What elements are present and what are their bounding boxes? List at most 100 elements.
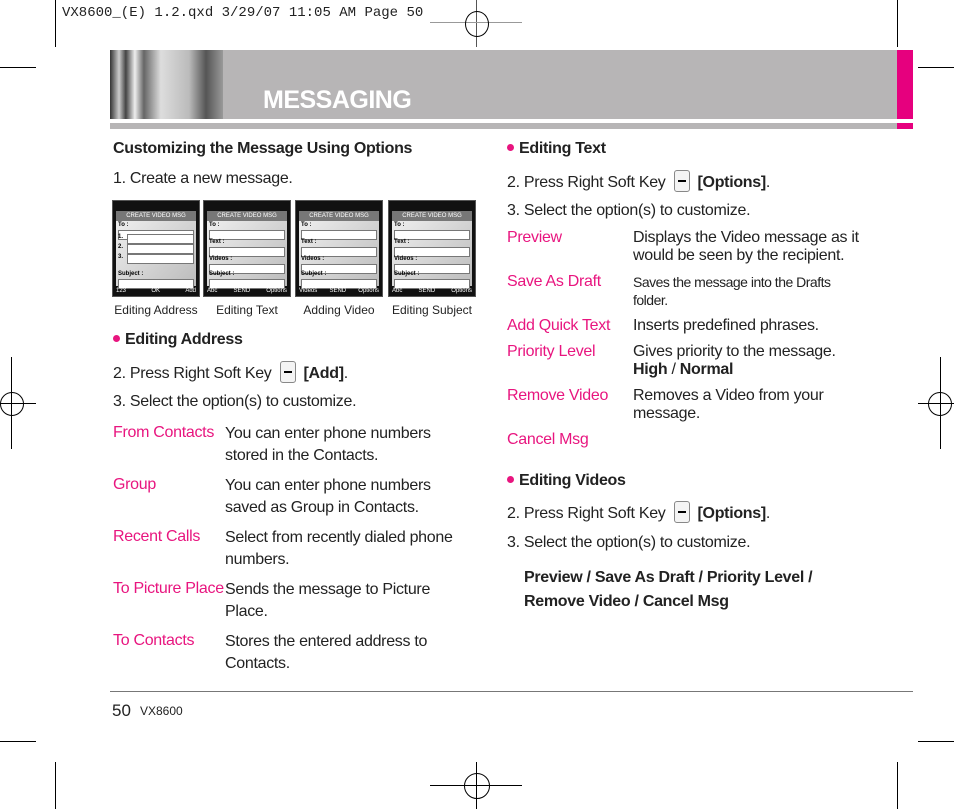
crop-mark (55, 762, 56, 809)
description-text: Saves the message into the Drafts folder… (633, 274, 831, 308)
screenshot-caption: Editing Address (114, 303, 198, 317)
screen-header: CREATE VIDEO MSG (299, 211, 379, 221)
soft-key-label: Abc (392, 288, 403, 294)
crop-mark (897, 0, 898, 47)
field-label: 2. (118, 244, 124, 250)
screen-header: CREATE VIDEO MSG (116, 211, 196, 221)
crop-mark (0, 67, 36, 68)
registration-mark (464, 773, 490, 799)
footer-rule (110, 691, 913, 692)
field-label: 3. (118, 254, 124, 260)
field-label: Subject : (209, 271, 235, 277)
screen-header: CREATE VIDEO MSG (392, 211, 472, 221)
video-option: Remove Video (524, 593, 631, 610)
crop-mark (897, 762, 898, 809)
field-label: To : (209, 222, 220, 228)
option-term: From Contacts (113, 424, 215, 441)
field-label: Text : (209, 239, 225, 245)
screenshot-caption: Adding Video (303, 303, 375, 317)
field-label: Subject : (301, 271, 327, 277)
phone-screenshot: CREATE VIDEO MSG To : 1. 2. 3. Subject : 123 OK… (112, 200, 200, 297)
page-number: 50 (112, 701, 131, 720)
option-description: Removes a Video from your message. (633, 387, 863, 423)
soft-key-label: Options (358, 288, 379, 294)
crop-mark (55, 0, 56, 47)
soft-key-label: Options (266, 288, 287, 294)
soft-key-bar: Abc SEND Options (207, 287, 287, 295)
input-field (127, 254, 194, 264)
subheading-editing-text: Editing Text (507, 140, 606, 158)
subheading-editing-address: Editing Address (113, 331, 243, 349)
option-description: Sends the message to Picture Place. (225, 581, 431, 620)
step-1: 1. Create a new message. (113, 170, 293, 187)
step-3: 3. Select the option(s) to customize. (113, 393, 357, 410)
field-label: Subject : (394, 271, 420, 277)
description-text: Displays the Video message as it would b… (633, 229, 859, 264)
bullet-icon (113, 335, 120, 342)
section-title: MESSAGING (263, 86, 412, 114)
registration-mark (465, 11, 489, 37)
phone-screenshot: CREATE VIDEO MSG To : Text : Videos : Subjec… (295, 200, 383, 297)
video-option: Save As Draft (594, 569, 695, 586)
video-option: Priority Level (706, 569, 805, 586)
option-description: You can enter phone numbers stored in th… (225, 425, 431, 464)
option-description: Displays the Video message as it would b… (633, 229, 863, 265)
soft-key-label: OK (151, 288, 160, 294)
manual-page: VX8600_(E) 1.2.qxd 3/29/07 11:05 AM Page… (0, 0, 954, 809)
crop-mark (918, 741, 954, 742)
video-options-list: Preview / Save As Draft / Priority Level… (524, 569, 813, 610)
option-description: Inserts predefined phrases. (633, 317, 863, 335)
print-header: VX8600_(E) 1.2.qxd 3/29/07 11:05 AM Page… (62, 5, 424, 21)
option-term: To Contacts (113, 632, 195, 649)
soft-key-label: Add (185, 288, 196, 294)
description-text: Gives priority to the message. (633, 343, 836, 360)
screen-header: CREATE VIDEO MSG (207, 211, 287, 221)
option-term: Save As Draft (507, 273, 601, 290)
subheading-editing-videos: Editing Videos (507, 472, 626, 490)
soft-key-label: Videos (299, 288, 318, 294)
option-description: Gives priority to the message. High / Nor… (633, 343, 836, 378)
bullet-icon (507, 476, 514, 483)
soft-key-label: SEND (418, 288, 436, 294)
step-2: 2. Press Right Soft Key [Options]. (507, 170, 770, 192)
crop-mark (0, 741, 36, 742)
banner-photo (110, 50, 223, 119)
input-field (127, 234, 194, 244)
heading: Customizing the Message Using Options (113, 140, 413, 157)
field-label: To : (118, 222, 129, 228)
registration-mark (0, 392, 24, 416)
crop-mark (918, 67, 954, 68)
option-description: Saves the message into the Drafts folder… (633, 273, 863, 309)
right-soft-key-icon (673, 501, 690, 523)
field-label: To : (301, 222, 312, 228)
option-term: Group (113, 476, 156, 493)
phone-screenshot: CREATE VIDEO MSG To : Text : Videos : Subjec… (203, 200, 291, 297)
field-label: Videos : (209, 256, 233, 262)
soft-key-bar: Videos SEND Options (299, 287, 379, 295)
banner-rule (110, 123, 897, 129)
field-label: Text : (301, 239, 317, 245)
soft-key-bar: 123 OK Add (116, 287, 196, 295)
step-2: 2. Press Right Soft Key [Options]. (507, 501, 770, 523)
soft-key-label: Abc (207, 288, 218, 294)
field-label: Videos : (301, 256, 325, 262)
option-term: Priority Level (507, 343, 596, 360)
model-name: VX8600 (140, 704, 183, 718)
phone-screenshot: CREATE VIDEO MSG To : Text : Videos : Subjec… (388, 200, 476, 297)
option-term: Recent Calls (113, 528, 201, 545)
registration-mark (928, 392, 952, 416)
step-2: 2. Press Right Soft Key [Add]. (113, 361, 348, 383)
soft-key-label: SEND (329, 288, 347, 294)
input-field (127, 244, 194, 254)
field-label: Text : (394, 239, 410, 245)
banner-accent (897, 50, 913, 119)
option-term: Add Quick Text (507, 317, 611, 334)
option-term: Preview (507, 229, 562, 246)
banner-rule-accent (897, 123, 913, 129)
field-label: To : (394, 222, 405, 228)
description-text: Removes a Video from your message. (633, 387, 824, 422)
video-option: Cancel Msg (642, 593, 729, 610)
soft-key-label: Options (451, 288, 472, 294)
option-term: Remove Video (507, 387, 609, 404)
step-3: 3. Select the option(s) to customize. (507, 534, 751, 551)
